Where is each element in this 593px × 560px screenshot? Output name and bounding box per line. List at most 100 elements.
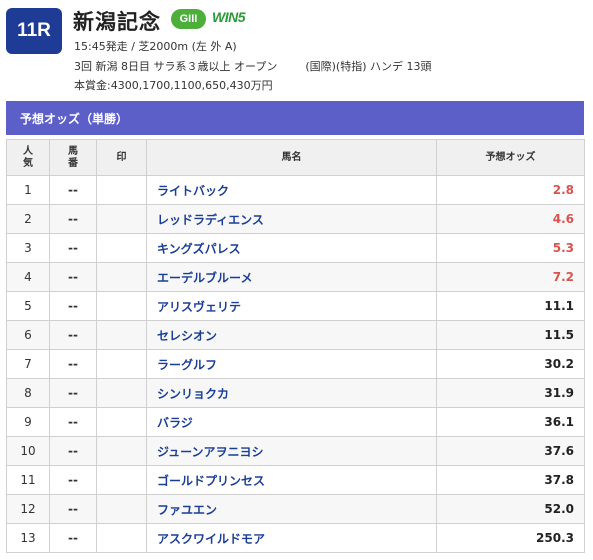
mark-cell[interactable] bbox=[96, 436, 147, 466]
table-row: 13 -- アスクワイルドモア 250.3 bbox=[6, 523, 585, 553]
horse-name-cell: ゴールドプリンセス bbox=[146, 465, 437, 495]
horse-name-cell: アスクワイルドモア bbox=[146, 523, 437, 553]
horse-name-cell: アリスヴェリテ bbox=[146, 291, 437, 321]
horse-name-cell: バラジ bbox=[146, 407, 437, 437]
horse-name-cell: セレシオン bbox=[146, 320, 437, 350]
race-conditions: 3回 新潟 8日目 サラ系３歳以上 オープン (国際)(特指) ハンデ 13頭 bbox=[74, 58, 431, 74]
odds-cell: 250.3 bbox=[436, 523, 585, 553]
horse-name-link[interactable]: セレシオン bbox=[157, 329, 217, 343]
horse-name-link[interactable]: ゴールドプリンセス bbox=[157, 474, 265, 488]
mark-cell[interactable] bbox=[96, 204, 147, 234]
mark-cell[interactable] bbox=[96, 523, 147, 553]
odds-cell: 31.9 bbox=[436, 378, 585, 408]
horse-name-link[interactable]: アスクワイルドモア bbox=[157, 532, 265, 546]
header-odds: 予想オッズ bbox=[436, 139, 585, 176]
rank-cell: 11 bbox=[6, 465, 50, 495]
mark-cell[interactable] bbox=[96, 233, 147, 263]
header-rank-label: 人気 bbox=[23, 145, 33, 169]
horse-number-cell: -- bbox=[49, 175, 97, 205]
table-row: 11 -- ゴールドプリンセス 37.8 bbox=[6, 465, 585, 495]
horse-name-cell: ラーグルフ bbox=[146, 349, 437, 379]
mark-cell[interactable] bbox=[96, 465, 147, 495]
horse-number-cell: -- bbox=[49, 204, 97, 234]
horse-number-cell: -- bbox=[49, 262, 97, 292]
horse-number-cell: -- bbox=[49, 407, 97, 437]
horse-name-link[interactable]: エーデルブルーメ bbox=[157, 271, 253, 285]
rank-cell: 3 bbox=[6, 233, 50, 263]
header-horse-name: 馬名 bbox=[146, 139, 437, 176]
horse-number-cell: -- bbox=[49, 436, 97, 466]
horse-number-cell: -- bbox=[49, 465, 97, 495]
mark-cell[interactable] bbox=[96, 407, 147, 437]
horse-name-link[interactable]: ラーグルフ bbox=[157, 358, 217, 372]
odds-cell: 11.5 bbox=[436, 320, 585, 350]
rank-cell: 8 bbox=[6, 378, 50, 408]
header-horse-number: 馬番 bbox=[49, 139, 97, 176]
table-row: 5 -- アリスヴェリテ 11.1 bbox=[6, 291, 585, 321]
table-row: 1 -- ライトバック 2.8 bbox=[6, 175, 585, 205]
table-row: 8 -- シンリョクカ 31.9 bbox=[6, 378, 585, 408]
table-row: 4 -- エーデルブルーメ 7.2 bbox=[6, 262, 585, 292]
rank-cell: 1 bbox=[6, 175, 50, 205]
horse-name-cell: キングズパレス bbox=[146, 233, 437, 263]
horse-name-cell: シンリョクカ bbox=[146, 378, 437, 408]
horse-number-cell: -- bbox=[49, 494, 97, 524]
header-rank: 人気 bbox=[6, 139, 50, 176]
odds-cell: 11.1 bbox=[436, 291, 585, 321]
odds-cell: 7.2 bbox=[436, 262, 585, 292]
rank-cell: 7 bbox=[6, 349, 50, 379]
race-start-info: 15:45発走 / 芝2000m (左 外 A) bbox=[74, 40, 237, 53]
horse-name-cell: レッドラディエンス bbox=[146, 204, 437, 234]
race-number-badge: 11R bbox=[6, 8, 62, 54]
odds-cell: 37.8 bbox=[436, 465, 585, 495]
horse-name-link[interactable]: ライトバック bbox=[157, 184, 229, 198]
horse-number-cell: -- bbox=[49, 523, 97, 553]
horse-name-link[interactable]: ファユエン bbox=[157, 503, 217, 517]
race-tags-text: (国際)(特指) ハンデ 13頭 bbox=[305, 60, 432, 73]
race-title: 新潟記念 bbox=[73, 10, 161, 34]
odds-cell: 2.8 bbox=[436, 175, 585, 205]
horse-number-cell: -- bbox=[49, 349, 97, 379]
horse-name-cell: ファユエン bbox=[146, 494, 437, 524]
horse-name-cell: エーデルブルーメ bbox=[146, 262, 437, 292]
prize-money: 本賞金:4300,1700,1100,650,430万円 bbox=[74, 79, 273, 92]
mark-cell[interactable] bbox=[96, 378, 147, 408]
horse-name-link[interactable]: アリスヴェリテ bbox=[157, 300, 241, 314]
mark-cell[interactable] bbox=[96, 320, 147, 350]
header-row: 人気 馬番 印 馬名 予想オッズ bbox=[6, 139, 585, 176]
mark-cell[interactable] bbox=[96, 349, 147, 379]
odds-cell: 4.6 bbox=[436, 204, 585, 234]
section-title-bar: 予想オッズ（単勝） bbox=[6, 101, 584, 135]
horse-name-link[interactable]: ジューンアヲニヨシ bbox=[157, 445, 264, 459]
horse-number-cell: -- bbox=[49, 291, 97, 321]
rank-cell: 9 bbox=[6, 407, 50, 437]
table-row: 6 -- セレシオン 11.5 bbox=[6, 320, 585, 350]
table-row: 7 -- ラーグルフ 30.2 bbox=[6, 349, 585, 379]
horse-name-link[interactable]: レッドラディエンス bbox=[157, 213, 264, 227]
odds-table-body: 1 -- ライトバック 2.8 2 -- レッドラディエンス 4.6 3 -- キングズパレス 5.3… bbox=[6, 175, 585, 553]
horse-name-link[interactable]: キングズパレス bbox=[157, 242, 241, 256]
odds-cell: 30.2 bbox=[436, 349, 585, 379]
header-horse-number-label: 馬番 bbox=[68, 145, 78, 169]
horse-name-link[interactable]: バラジ bbox=[157, 416, 193, 430]
rank-cell: 5 bbox=[6, 291, 50, 321]
horse-name-cell: ライトバック bbox=[146, 175, 437, 205]
odds-cell: 36.1 bbox=[436, 407, 585, 437]
odds-cell: 52.0 bbox=[436, 494, 585, 524]
mark-cell[interactable] bbox=[96, 175, 147, 205]
odds-table-header: 人気 馬番 印 馬名 予想オッズ bbox=[6, 139, 585, 176]
odds-cell: 5.3 bbox=[436, 233, 585, 263]
rank-cell: 13 bbox=[6, 523, 50, 553]
rank-cell: 10 bbox=[6, 436, 50, 466]
horse-name-link[interactable]: シンリョクカ bbox=[157, 387, 229, 401]
mark-cell[interactable] bbox=[96, 494, 147, 524]
rank-cell: 4 bbox=[6, 262, 50, 292]
table-row: 9 -- バラジ 36.1 bbox=[6, 407, 585, 437]
mark-cell[interactable] bbox=[96, 262, 147, 292]
grade-badge: GIII bbox=[171, 9, 206, 29]
odds-table: 人気 馬番 印 馬名 予想オッズ 1 -- ライトバック 2.8 2 -- レッドラディエン… bbox=[6, 139, 585, 553]
race-header: 11R 新潟記念 GIII WIN5 15:45発走 / 芝2000m (左 外… bbox=[0, 0, 593, 100]
header-mark: 印 bbox=[96, 139, 147, 176]
mark-cell[interactable] bbox=[96, 291, 147, 321]
table-row: 10 -- ジューンアヲニヨシ 37.6 bbox=[6, 436, 585, 466]
